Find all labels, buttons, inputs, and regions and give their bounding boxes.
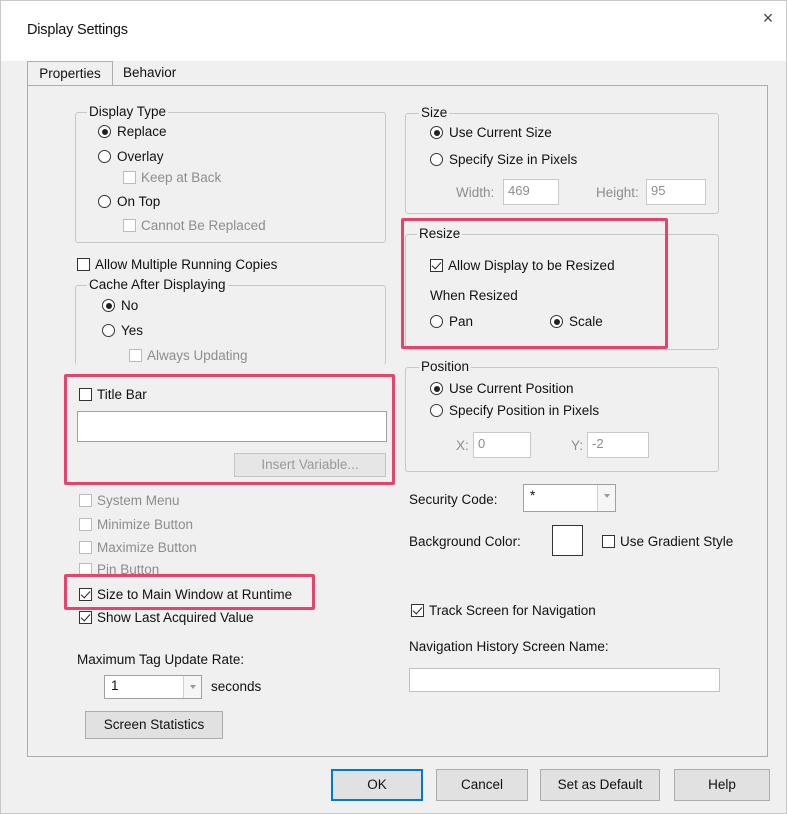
screen-statistics-button[interactable]: Screen Statistics [85,711,223,739]
cannot-be-replaced-checkbox[interactable] [123,219,136,232]
background-color-label: Background Color: [409,534,521,549]
display-type-title: Display Type [87,104,169,120]
width-input[interactable]: 469 [503,179,559,205]
update-rate-label: Maximum Tag Update Rate: [77,652,245,667]
chevron-down-icon[interactable] [597,485,615,511]
x-input[interactable]: 0 [473,432,531,458]
allow-resize-checkbox[interactable] [430,259,443,272]
minimize-button-label: Minimize Button [97,517,194,532]
replace-label: Replace [117,124,167,139]
minimize-button-checkbox[interactable] [79,518,92,531]
always-updating-label: Always Updating [147,348,248,363]
on-top-label: On Top [117,194,161,209]
overlay-label: Overlay [117,149,164,164]
pan-label: Pan [449,314,474,329]
specify-position-radio[interactable] [430,404,443,417]
replace-radio[interactable] [98,125,111,138]
tab-behavior[interactable]: Behavior [118,61,192,85]
navigation-history-input[interactable] [409,668,720,692]
dialog-title: Display Settings [27,22,128,38]
pin-button-checkbox[interactable] [79,563,92,576]
y-input[interactable]: -2 [587,432,649,458]
gradient-style-checkbox[interactable] [602,535,615,548]
ok-button[interactable]: OK [331,769,423,801]
cannot-be-replaced-label: Cannot Be Replaced [141,218,266,233]
y-label: Y: [571,438,584,453]
system-menu-label: System Menu [97,493,180,508]
height-input[interactable]: 95 [646,179,706,205]
x-label: X: [456,438,469,453]
size-to-main-label: Size to Main Window at Runtime [97,587,293,602]
always-updating-checkbox[interactable] [129,349,142,362]
title-bar-label: Title Bar [97,387,147,402]
cache-no-radio[interactable] [102,299,115,312]
keep-at-back-checkbox[interactable] [123,171,136,184]
navigation-history-label: Navigation History Screen Name: [409,639,609,654]
cache-yes-radio[interactable] [102,324,115,337]
use-current-position-label: Use Current Position [449,381,574,396]
size-title: Size [419,105,450,121]
cache-no-label: No [121,298,139,313]
update-rate-unit: seconds [211,679,262,694]
insert-variable-button[interactable]: Insert Variable... [234,453,386,477]
help-button[interactable]: Help [674,769,770,801]
pin-button-label: Pin Button [97,562,160,577]
security-code-value: * [530,488,536,503]
use-current-size-radio[interactable] [430,126,443,139]
show-last-acquired-label: Show Last Acquired Value [97,610,254,625]
maximize-button-label: Maximize Button [97,540,197,555]
use-current-position-radio[interactable] [430,382,443,395]
cancel-button[interactable]: Cancel [436,769,528,801]
gradient-style-label: Use Gradient Style [620,534,734,549]
update-rate-value: 1 [111,678,119,693]
security-code-label: Security Code: [409,492,498,507]
keep-at-back-label: Keep at Back [141,170,222,185]
resize-title: Resize [417,226,463,242]
system-menu-checkbox[interactable] [79,494,92,507]
track-navigation-checkbox[interactable] [411,604,424,617]
size-to-main-checkbox[interactable] [79,588,92,601]
use-current-size-label: Use Current Size [449,125,552,140]
chevron-down-icon[interactable] [183,676,201,698]
security-code-combo[interactable]: * [523,484,616,512]
width-label: Width: [456,185,495,200]
set-as-default-button[interactable]: Set as Default [540,769,660,801]
cache-yes-label: Yes [121,323,144,338]
maximize-button-checkbox[interactable] [79,541,92,554]
position-title: Position [419,359,472,375]
allow-resize-label: Allow Display to be Resized [448,258,615,273]
show-last-acquired-checkbox[interactable] [79,611,92,624]
tab-properties[interactable]: Properties [27,61,113,85]
pan-radio[interactable] [430,315,443,328]
background-color-swatch[interactable] [552,525,583,556]
scale-radio[interactable] [550,315,563,328]
title-bar-checkbox[interactable] [79,388,92,401]
allow-multiple-label: Allow Multiple Running Copies [95,257,278,272]
display-settings-dialog: Display Settings × Properties Behavior D… [0,0,787,814]
height-label: Height: [596,185,639,200]
specify-size-radio[interactable] [430,153,443,166]
scale-label: Scale [569,314,603,329]
overlay-radio[interactable] [98,150,111,163]
when-resized-label: When Resized [430,288,518,303]
track-navigation-label: Track Screen for Navigation [429,603,596,618]
close-icon[interactable]: × [757,7,779,29]
on-top-radio[interactable] [98,195,111,208]
allow-multiple-checkbox[interactable] [77,258,90,271]
specify-position-label: Specify Position in Pixels [449,403,600,418]
update-rate-combo[interactable]: 1 [104,675,202,699]
cache-title: Cache After Displaying [87,277,228,293]
title-bar-input[interactable] [77,411,387,442]
specify-size-label: Specify Size in Pixels [449,152,578,167]
